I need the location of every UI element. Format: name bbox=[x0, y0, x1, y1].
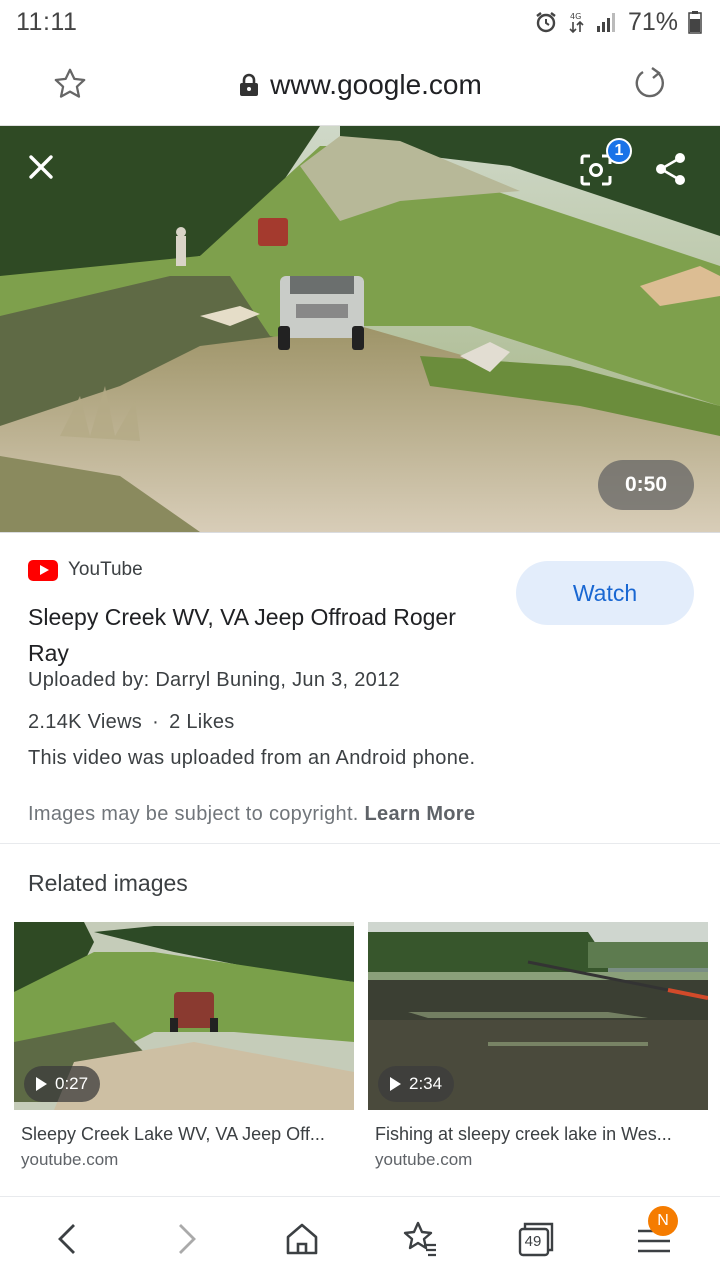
home-icon[interactable] bbox=[282, 1219, 322, 1259]
lens-count-badge: 1 bbox=[606, 138, 632, 164]
views-count: 2.14K Views bbox=[28, 711, 143, 733]
close-icon[interactable] bbox=[22, 148, 60, 186]
related-images-heading: Related images bbox=[28, 870, 188, 896]
video-title[interactable]: Sleepy Creek WV, VA Jeep Offroad Roger R… bbox=[28, 599, 498, 671]
menu-notification-badge: N bbox=[648, 1206, 678, 1236]
related-thumbnail[interactable]: 2:34 bbox=[368, 922, 708, 1110]
related-title[interactable]: Sleepy Creek Lake WV, VA Jeep Off... bbox=[21, 1124, 351, 1145]
lock-icon bbox=[240, 73, 259, 96]
likes-count: 2 Likes bbox=[169, 711, 235, 733]
reload-icon[interactable] bbox=[630, 64, 670, 104]
play-icon bbox=[36, 1077, 47, 1091]
tabs-button[interactable]: 49 bbox=[516, 1219, 556, 1259]
url-text: www.google.com bbox=[270, 69, 482, 100]
forward-arrow-icon[interactable] bbox=[166, 1219, 206, 1259]
source-row[interactable]: YouTube bbox=[28, 559, 143, 581]
share-icon[interactable] bbox=[652, 150, 690, 188]
lte-icon: 4G bbox=[569, 12, 584, 34]
video-stats: 2.14K Views · 2 Likes bbox=[28, 711, 235, 734]
preview-image[interactable]: 1 0:50 bbox=[0, 126, 720, 532]
related-title[interactable]: Fishing at sleepy creek lake in Wes... bbox=[375, 1124, 705, 1145]
status-bar: 11:11 4G 71% bbox=[0, 0, 720, 44]
learn-more-link[interactable]: Learn More bbox=[365, 803, 476, 825]
youtube-logo-icon bbox=[28, 559, 58, 581]
uploader-info: Uploaded by: Darryl Buning, Jun 3, 2012 bbox=[28, 669, 400, 691]
watch-button[interactable]: Watch bbox=[516, 561, 694, 625]
source-name: YouTube bbox=[68, 559, 143, 580]
bottom-navigation: 49 bbox=[0, 1196, 720, 1280]
signal-icon bbox=[596, 13, 615, 32]
related-item[interactable]: 2:34 Fishing at sleepy creek lake in Wes… bbox=[368, 922, 708, 1182]
url-bar: www.google.com bbox=[0, 44, 720, 126]
related-domain: youtube.com bbox=[21, 1150, 119, 1169]
battery-percent: 71% bbox=[627, 7, 678, 36]
copyright-notice: Images may be subject to copyright. Lear… bbox=[28, 803, 475, 826]
related-thumbnail[interactable]: 0:27 bbox=[14, 922, 354, 1110]
status-icons: 4G 71% bbox=[534, 8, 702, 37]
back-arrow-icon[interactable] bbox=[48, 1219, 88, 1259]
play-icon bbox=[390, 1077, 401, 1091]
copyright-text: Images may be subject to copyright. bbox=[28, 803, 359, 825]
related-duration-badge: 2:34 bbox=[378, 1066, 455, 1102]
svg-text:4G: 4G bbox=[570, 12, 581, 21]
stats-separator: · bbox=[152, 711, 160, 733]
video-description: This video was uploaded from an Android … bbox=[28, 747, 476, 769]
related-duration: 2:34 bbox=[409, 1074, 443, 1093]
video-duration-badge: 0:50 bbox=[598, 460, 694, 510]
status-time: 11:11 bbox=[16, 7, 78, 36]
battery-icon bbox=[688, 11, 702, 34]
bookmarks-icon[interactable] bbox=[400, 1219, 440, 1259]
address-field[interactable]: www.google.com bbox=[0, 44, 720, 126]
related-duration: 0:27 bbox=[55, 1074, 89, 1093]
related-domain: youtube.com bbox=[375, 1150, 473, 1169]
tabs-count: 49 bbox=[524, 1233, 542, 1250]
alarm-icon bbox=[536, 12, 556, 33]
result-details: YouTube Watch Sleepy Creek WV, VA Jeep O… bbox=[0, 532, 720, 844]
related-item[interactable]: 0:27 Sleepy Creek Lake WV, VA Jeep Off..… bbox=[14, 922, 354, 1182]
related-duration-badge: 0:27 bbox=[24, 1066, 101, 1102]
